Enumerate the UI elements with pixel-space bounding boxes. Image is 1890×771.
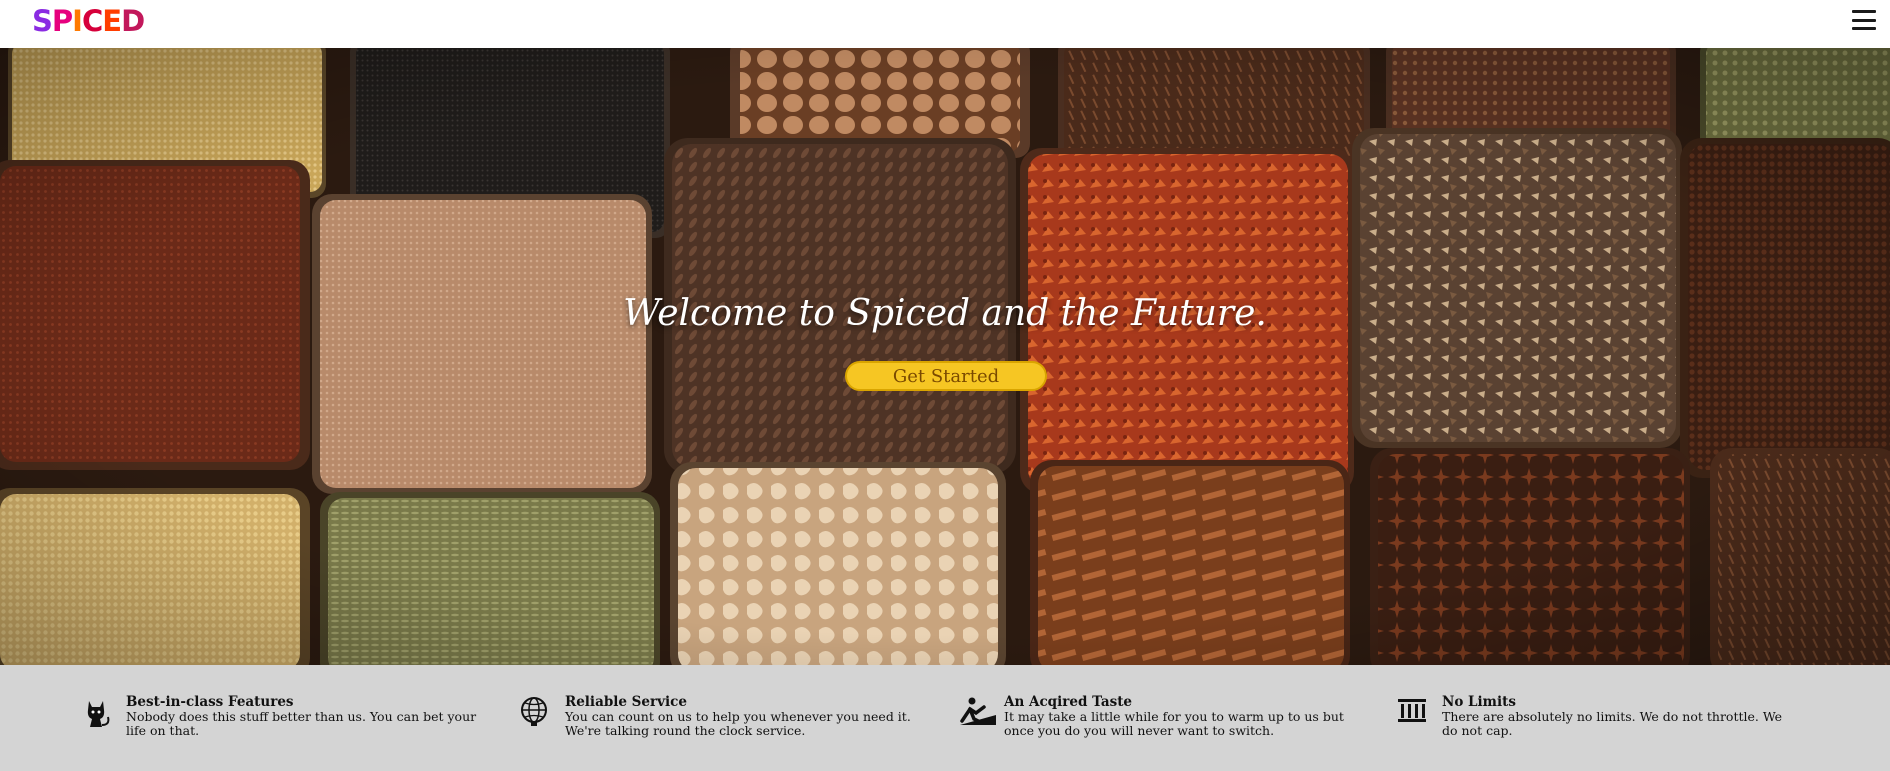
feature-title: No Limits: [1442, 694, 1516, 710]
feature-item: Reliable Service You can count on us to …: [519, 695, 919, 738]
hero-section: Welcome to Spiced and the Future. Get St…: [0, 48, 1890, 665]
hamburger-line: [1852, 18, 1876, 22]
logo-letter-d: D: [121, 4, 145, 38]
features-section: Best-in-class Features Nobody does this …: [0, 665, 1890, 771]
hamburger-line: [1852, 10, 1876, 13]
hero-title: Welcome to Spiced and the Future.: [623, 293, 1267, 334]
feature-item: An Acqired Taste It may take a little wh…: [958, 695, 1358, 738]
get-started-button[interactable]: Get Started: [845, 361, 1047, 391]
spiced-logo[interactable]: S P I C E D: [32, 4, 145, 38]
logo-letter-c: C: [81, 4, 103, 38]
climbing-icon: [958, 695, 996, 729]
logo-letter-s: S: [32, 4, 53, 38]
bars-icon: [1396, 695, 1430, 729]
feature-body: There are absolutely no limits. We do no…: [1442, 709, 1783, 738]
logo-letter-e: E: [102, 4, 122, 38]
vignette: [0, 48, 1890, 665]
hamburger-icon[interactable]: [1852, 10, 1876, 30]
spice-market-image: [0, 48, 1890, 665]
logo-letter-p: P: [51, 4, 73, 38]
feature-title: Best-in-class Features: [126, 694, 294, 710]
feature-title: An Acqired Taste: [1004, 694, 1133, 710]
hamburger-line: [1852, 27, 1876, 30]
feature-title: Reliable Service: [565, 694, 687, 710]
cat-icon: [80, 695, 114, 729]
feature-body: You can count on us to help you whenever…: [565, 709, 911, 738]
feature-item: Best-in-class Features Nobody does this …: [80, 695, 480, 738]
logo-letter-i: I: [72, 4, 83, 38]
top-navbar: S P I C E D: [0, 0, 1890, 48]
globe-icon: [519, 695, 553, 729]
feature-body: It may take a little while for you to wa…: [1004, 709, 1344, 738]
feature-item: No Limits There are absolutely no limits…: [1396, 695, 1796, 738]
feature-body: Nobody does this stuff better than us. Y…: [126, 709, 477, 738]
